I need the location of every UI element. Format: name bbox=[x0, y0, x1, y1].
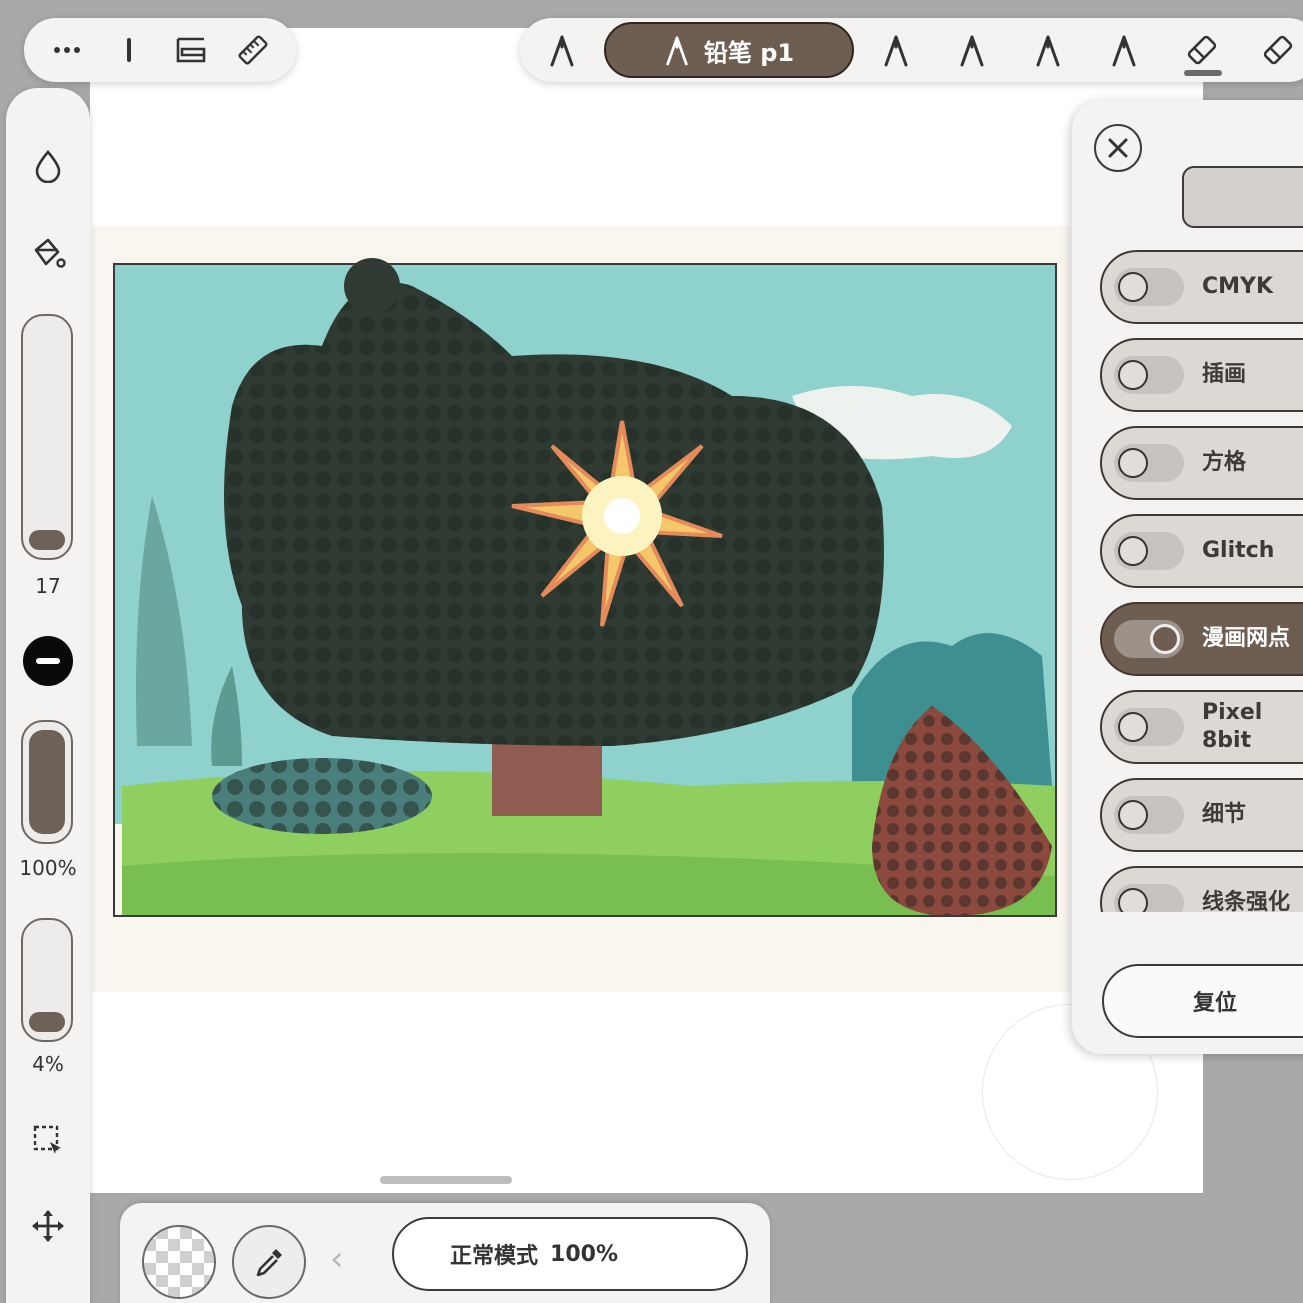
pen-icon[interactable] bbox=[952, 30, 992, 70]
chevron-left-icon[interactable]: ‹ bbox=[330, 1239, 344, 1279]
home-indicator[interactable] bbox=[380, 1176, 512, 1184]
filter-toggle-row[interactable]: 插画 bbox=[1100, 338, 1303, 412]
toggle-knob bbox=[1118, 448, 1148, 478]
eyedropper-icon bbox=[256, 1249, 282, 1277]
filter-toggle-row[interactable]: 漫画网点 bbox=[1100, 602, 1303, 676]
blend-mode-label: 正常模式 bbox=[450, 1244, 539, 1269]
toggle-knob bbox=[1118, 536, 1148, 566]
toggle-knob bbox=[1118, 360, 1148, 390]
pencil-icon bbox=[666, 36, 688, 66]
pen-icon[interactable] bbox=[542, 30, 582, 70]
toggle-switch[interactable] bbox=[1114, 796, 1184, 834]
ruler-icon[interactable] bbox=[233, 30, 273, 70]
toggle-knob bbox=[1118, 888, 1148, 912]
opacity-value: 100% bbox=[19, 856, 77, 880]
filter-panel: CMYK 插画方格 Glitch 漫画网点 Pixel 8bit 细节线条强化 复位 bbox=[1072, 100, 1303, 1054]
toggle-switch[interactable] bbox=[1114, 356, 1184, 394]
filter-toggle-row[interactable]: 方格 bbox=[1100, 426, 1303, 500]
selected-tool-indicator bbox=[1184, 70, 1222, 76]
move-icon[interactable] bbox=[28, 1206, 68, 1246]
filter-toggle-label: 细节 bbox=[1202, 802, 1247, 827]
pen-icon[interactable] bbox=[1028, 30, 1068, 70]
opacity-fill bbox=[29, 730, 65, 834]
opacity-slider[interactable] bbox=[21, 720, 73, 844]
brush-toolbar: 铅笔 p1 bbox=[520, 18, 1303, 82]
close-button[interactable] bbox=[1094, 124, 1142, 172]
active-brush-label: 铅笔 p1 bbox=[703, 38, 795, 67]
paint-bucket-icon[interactable] bbox=[28, 234, 68, 274]
reset-label: 复位 bbox=[1192, 991, 1237, 1016]
reset-button[interactable]: 复位 bbox=[1102, 964, 1303, 1038]
filter-toggle-label: 漫画网点 bbox=[1202, 626, 1291, 651]
layers-icon[interactable] bbox=[171, 30, 211, 70]
toggle-switch[interactable] bbox=[1114, 708, 1184, 746]
filter-toggle-label: CMYK bbox=[1202, 274, 1274, 299]
filter-toggle-label: 插画 bbox=[1202, 362, 1247, 387]
filter-preview-swatch[interactable] bbox=[1182, 166, 1303, 228]
filter-toggle-row[interactable]: Glitch bbox=[1100, 514, 1303, 588]
toggle-knob bbox=[1118, 272, 1148, 302]
filter-toggle-label: 线条强化 bbox=[1202, 890, 1291, 912]
pen-icon[interactable] bbox=[1104, 30, 1144, 70]
selection-icon[interactable] bbox=[28, 1120, 68, 1160]
smoothing-fill bbox=[29, 1012, 65, 1032]
filter-toggle-row[interactable]: 细节 bbox=[1100, 778, 1303, 852]
filter-toggle-row[interactable]: Pixel 8bit bbox=[1100, 690, 1303, 764]
active-brush-button[interactable]: 铅笔 p1 bbox=[604, 22, 854, 78]
layer-thumbnail[interactable] bbox=[142, 1225, 216, 1299]
toggle-switch[interactable] bbox=[1114, 268, 1184, 306]
filter-toggle-row[interactable]: 线条强化 bbox=[1100, 866, 1303, 912]
toggle-knob bbox=[1118, 800, 1148, 830]
filter-toggle-label: Pixel 8bit bbox=[1202, 700, 1263, 753]
brush-size-fill bbox=[29, 530, 65, 550]
blend-mode-button[interactable]: 正常模式 100% bbox=[392, 1217, 748, 1291]
close-icon bbox=[1108, 138, 1128, 158]
filter-toggle-list[interactable]: CMYK 插画方格 Glitch 漫画网点 Pixel 8bit 细节线条强化 bbox=[1100, 250, 1303, 912]
water-drop-icon[interactable] bbox=[28, 146, 68, 186]
brush-size-value: 17 bbox=[35, 574, 61, 598]
brush-size-slider[interactable] bbox=[21, 314, 73, 560]
bottom-toolbar: ‹ 正常模式 100% bbox=[120, 1203, 770, 1303]
smoothing-slider[interactable] bbox=[21, 918, 73, 1042]
left-sidebar: 17 100% 4% bbox=[6, 88, 90, 1303]
layer-opacity-label: 100% bbox=[550, 1241, 618, 1267]
toggle-switch[interactable] bbox=[1114, 620, 1184, 658]
toggle-switch[interactable] bbox=[1114, 444, 1184, 482]
eyedropper-button[interactable] bbox=[232, 1225, 306, 1299]
toggle-switch[interactable] bbox=[1114, 884, 1184, 912]
pen-icon[interactable] bbox=[876, 30, 916, 70]
artwork-image[interactable] bbox=[92, 226, 1070, 992]
toggle-knob bbox=[1118, 712, 1148, 742]
eraser-icon[interactable] bbox=[1258, 30, 1298, 70]
eraser-icon[interactable] bbox=[1182, 30, 1222, 70]
filter-toggle-label: Glitch bbox=[1202, 538, 1275, 563]
line-icon[interactable] bbox=[109, 30, 149, 70]
tools-toolbar bbox=[24, 18, 296, 82]
toggle-knob bbox=[1150, 624, 1180, 654]
more-icon[interactable] bbox=[47, 30, 87, 70]
smoothing-value: 4% bbox=[32, 1052, 64, 1076]
toggle-switch[interactable] bbox=[1114, 532, 1184, 570]
minus-icon[interactable] bbox=[22, 636, 74, 686]
filter-toggle-row[interactable]: CMYK bbox=[1100, 250, 1303, 324]
filter-toggle-label: 方格 bbox=[1202, 450, 1247, 475]
